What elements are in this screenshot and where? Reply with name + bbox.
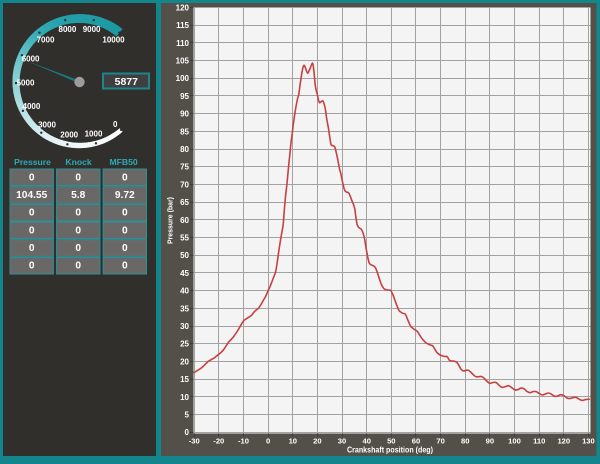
svg-text:0: 0 [75,225,81,236]
svg-text:70: 70 [180,180,189,189]
svg-text:8000: 8000 [59,25,77,34]
svg-text:MFB50: MFB50 [110,157,138,167]
svg-text:0: 0 [29,261,35,272]
svg-text:4000: 4000 [23,102,41,111]
svg-text:0: 0 [122,172,128,183]
svg-text:0: 0 [185,428,190,437]
svg-text:10: 10 [289,436,297,445]
svg-text:5.8: 5.8 [71,190,85,201]
svg-text:80: 80 [461,436,469,445]
svg-text:0: 0 [29,208,35,219]
svg-text:70: 70 [436,436,444,445]
svg-text:-20: -20 [213,436,224,445]
svg-text:80: 80 [180,145,189,154]
svg-text:90: 90 [486,436,494,445]
svg-text:130: 130 [582,436,595,445]
svg-text:7000: 7000 [37,36,55,45]
svg-text:5000: 5000 [17,78,35,87]
svg-text:110: 110 [533,436,545,445]
svg-text:Knock: Knock [65,157,91,167]
svg-text:5: 5 [185,411,190,420]
svg-text:9.72: 9.72 [115,190,135,201]
svg-text:35: 35 [180,304,189,313]
svg-text:0: 0 [122,225,128,236]
svg-text:1000: 1000 [85,130,103,139]
svg-text:120: 120 [176,3,190,12]
svg-text:0: 0 [29,225,35,236]
svg-text:0: 0 [75,208,81,219]
svg-text:-30: -30 [189,436,200,445]
svg-text:65: 65 [180,198,189,207]
svg-text:10: 10 [180,393,189,402]
svg-text:30: 30 [180,322,189,331]
svg-text:10000: 10000 [102,36,125,45]
svg-text:Pressure (bar): Pressure (bar) [166,197,175,244]
svg-text:2000: 2000 [60,131,78,140]
svg-text:15: 15 [180,375,189,384]
svg-text:110: 110 [176,39,189,48]
svg-text:-10: -10 [238,436,249,445]
svg-text:0: 0 [122,261,128,272]
svg-text:95: 95 [180,92,189,101]
svg-text:104.55: 104.55 [16,190,47,201]
svg-text:Crankshaft position (deg): Crankshaft position (deg) [347,444,433,454]
svg-text:40: 40 [180,287,189,296]
svg-text:115: 115 [176,21,189,30]
svg-text:3000: 3000 [38,121,56,130]
svg-text:30: 30 [338,436,346,445]
svg-text:120: 120 [557,436,570,445]
svg-text:0: 0 [122,243,128,254]
svg-text:25: 25 [180,340,189,349]
svg-text:50: 50 [180,251,189,260]
svg-text:0: 0 [266,436,270,445]
svg-text:Pressure: Pressure [14,157,51,167]
svg-text:6000: 6000 [22,55,40,64]
svg-text:20: 20 [180,357,189,366]
svg-text:100: 100 [176,74,190,83]
svg-text:100: 100 [508,436,521,445]
svg-text:0: 0 [113,120,118,129]
svg-text:0: 0 [29,172,35,183]
svg-text:9000: 9000 [83,25,101,34]
svg-text:55: 55 [180,234,189,243]
svg-text:105: 105 [176,57,190,66]
svg-text:45: 45 [180,269,189,278]
svg-text:0: 0 [29,243,35,254]
svg-text:75: 75 [180,163,189,172]
svg-text:0: 0 [122,208,128,219]
svg-text:0: 0 [75,261,81,272]
svg-text:60: 60 [180,216,189,225]
svg-text:20: 20 [313,436,321,445]
svg-text:0: 0 [75,172,81,183]
svg-text:5877: 5877 [115,76,139,88]
svg-text:85: 85 [180,127,189,136]
svg-text:90: 90 [180,110,189,119]
svg-text:0: 0 [75,243,81,254]
